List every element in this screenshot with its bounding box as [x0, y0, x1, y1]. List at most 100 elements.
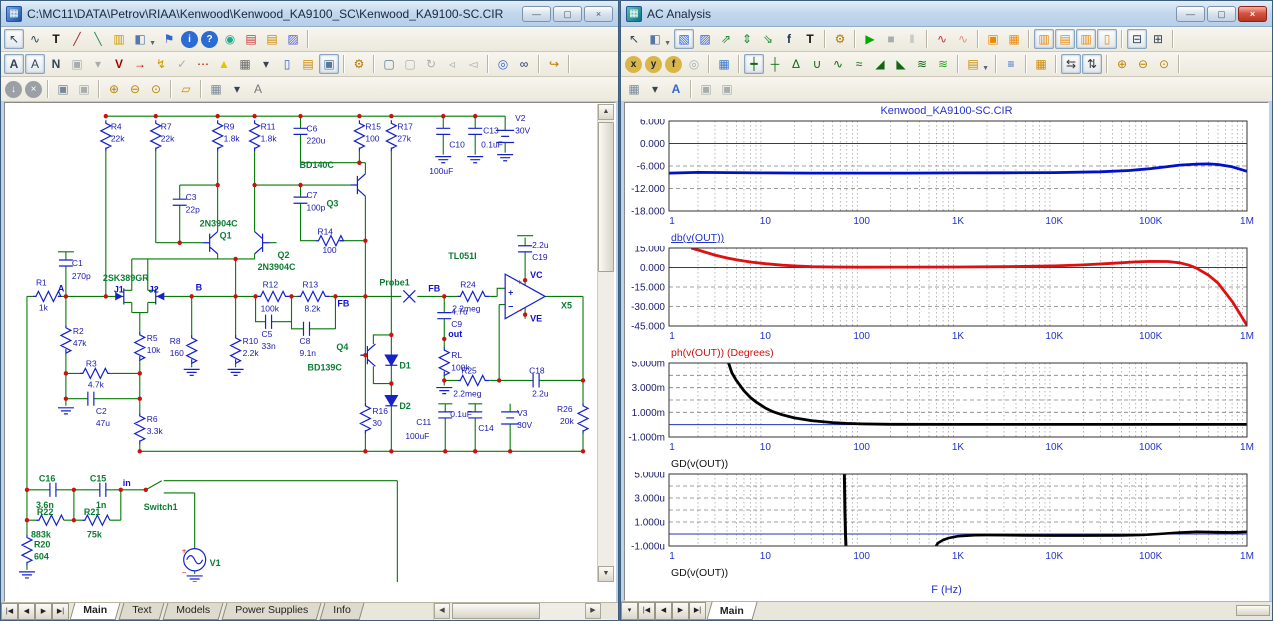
minimize-button[interactable]: —	[1176, 6, 1205, 22]
page-nav-button[interactable]: ▶	[672, 602, 689, 620]
clipboard-icon[interactable]: ▤▼	[963, 54, 983, 74]
pan-mode[interactable]: ▨	[695, 29, 715, 49]
wire-mode[interactable]: ∿	[25, 29, 45, 49]
tile-windows-icon[interactable]: ▦	[624, 79, 644, 99]
cursor-envelope-icon[interactable]: ≈	[849, 54, 869, 74]
dropdown-icon[interactable]: ▼	[149, 35, 156, 53]
token-icon[interactable]: ▦	[1004, 29, 1024, 49]
cursor-lr-icon[interactable]: ⇆	[1061, 54, 1081, 74]
chart-plot-1[interactable]: 6.0000.000-6.000-12.000-18.0001101001K10…	[625, 119, 1265, 227]
stop-button[interactable]: ■	[881, 29, 901, 49]
waveform-expression-label[interactable]: GD(v(OUT))	[671, 567, 1268, 581]
select-mode[interactable]: ↖	[624, 29, 644, 49]
flag-mode[interactable]: ⚑	[159, 29, 179, 49]
sheet-tab-models[interactable]: Models	[163, 603, 224, 620]
text-mode[interactable]: T	[46, 29, 66, 49]
waveform-expression-label[interactable]: db(v(OUT))	[671, 232, 1268, 246]
family-curves2-icon[interactable]: ≋	[933, 54, 953, 74]
mirror-horizontal-icon[interactable]: ◅	[463, 54, 483, 74]
page-nav-button[interactable]: ▶|	[689, 602, 706, 620]
fx-mode[interactable]: f	[779, 29, 799, 49]
resize-thumb[interactable]	[1236, 605, 1270, 616]
navigate-down-icon[interactable]: ↓	[5, 81, 22, 98]
slope-down-icon[interactable]: ◣	[891, 54, 911, 74]
tile-dropdown[interactable]: ▾	[645, 79, 665, 99]
schematic-vscrollbar[interactable]: ▲ ▼	[597, 104, 614, 582]
vertical-grid2-icon[interactable]: ▤	[1055, 29, 1075, 49]
vscroll-thumb[interactable]	[598, 122, 614, 272]
slope-up-icon[interactable]: ◢	[870, 54, 890, 74]
chart-plot-2[interactable]: 15.0000.000-15.000-30.000-45.0001101001K…	[625, 246, 1265, 342]
page-nav-button[interactable]: ▶|	[52, 603, 69, 620]
lens-icon[interactable]: ◎	[684, 54, 704, 74]
ac-plot-icon[interactable]: ∿	[953, 29, 973, 49]
copy-picture-icon[interactable]: ▣	[67, 54, 87, 74]
tile-dropdown[interactable]: ▾	[227, 79, 247, 99]
vertical-grid1-icon[interactable]: ▥	[1034, 29, 1054, 49]
new-page-icon[interactable]: ▯	[277, 54, 297, 74]
crosshair-icon[interactable]: ⊞	[1148, 29, 1168, 49]
data-points-icon[interactable]: ▣	[983, 29, 1003, 49]
zoom-select-mode[interactable]: ▧	[674, 29, 694, 49]
zoom-out-icon[interactable]: ⊖	[1133, 54, 1153, 74]
link-mode[interactable]: ◉	[220, 29, 240, 49]
cursor-valley-icon[interactable]: ┼	[765, 54, 785, 74]
dropdown-icon[interactable]: ▼	[664, 35, 671, 53]
properties-icon[interactable]: ⚙	[349, 54, 369, 74]
scroll-down-icon[interactable]: ▼	[598, 566, 614, 582]
vertical-grid3-icon[interactable]: ▥	[1076, 29, 1096, 49]
waveform-expression-label[interactable]: GD(v(OUT))	[671, 458, 1268, 472]
scroll-right-icon[interactable]: ▶	[585, 603, 601, 619]
help-mode[interactable]: ?	[201, 31, 218, 48]
find-component-icon[interactable]: ◎	[493, 54, 513, 74]
analysis-titlebar[interactable]: ▦ AC Analysis —▢×	[621, 1, 1272, 27]
cursor-peak-icon[interactable]: ┿	[744, 54, 764, 74]
page-nav-button[interactable]: ◀	[18, 603, 35, 620]
fx-axis-icon[interactable]: f	[665, 56, 682, 73]
scale-y-mode[interactable]: ⇕	[737, 29, 757, 49]
select-mode[interactable]: ↖	[4, 29, 24, 49]
tab-main[interactable]: Main	[706, 602, 757, 620]
close-button[interactable]: ×	[584, 6, 613, 22]
cursor-low-icon[interactable]: ∪	[807, 54, 827, 74]
show-node-numbers[interactable]: N	[46, 54, 66, 74]
zoom-out-icon[interactable]: ⊖	[125, 79, 145, 99]
check-model-icon[interactable]: ▤	[241, 29, 261, 49]
properties-icon[interactable]: ⚙	[830, 29, 850, 49]
waveform-expression-label[interactable]: ph(v(OUT)) (Degrees)	[671, 347, 1268, 361]
schematic-titlebar[interactable]: ▦ C:\MC11\DATA\Petrov\RIAA\Kenwood\Kenwo…	[1, 1, 618, 27]
font-icon[interactable]: A	[248, 79, 268, 99]
show-conditions[interactable]: ✓	[172, 54, 192, 74]
grid-toggle[interactable]: ▦	[235, 54, 255, 74]
sheet-tab-power-supplies[interactable]: Power Supplies	[222, 603, 322, 620]
show-currents[interactable]: →	[130, 54, 150, 74]
cursor-inflection-icon[interactable]: ∿	[828, 54, 848, 74]
send-to-back-icon[interactable]: ▣	[74, 79, 94, 99]
hscroll-thumb[interactable]	[452, 603, 540, 619]
chart-plot-4[interactable]: 5.000u3.000u1.000u-1.000u1101001K10K100K…	[625, 472, 1265, 562]
zoom-100-icon[interactable]: ⊙	[146, 79, 166, 99]
x-axis-icon[interactable]: x	[625, 56, 642, 73]
numeric-output-icon[interactable]: ▦	[1031, 54, 1051, 74]
scroll-left-icon[interactable]: ◀	[434, 603, 450, 619]
copy-dropdown[interactable]: ▾	[88, 54, 108, 74]
pause-button[interactable]: ‖	[902, 29, 922, 49]
zoom-in-icon[interactable]: ⊕	[104, 79, 124, 99]
point-tag-mode[interactable]: ⇘	[758, 29, 778, 49]
close-button[interactable]: ×	[1238, 6, 1267, 22]
dropdown-icon[interactable]: ▼	[982, 60, 989, 78]
plot-setup-icon[interactable]: ▦	[714, 54, 734, 74]
vertical-grid4-icon[interactable]: ▯	[1097, 29, 1117, 49]
font-icon[interactable]: A	[666, 79, 686, 99]
transient-plot-icon[interactable]: ∿	[932, 29, 952, 49]
close-circle-icon[interactable]: ×	[25, 81, 42, 98]
page-nav-button[interactable]: |◀	[638, 602, 655, 620]
zoom-in-icon[interactable]: ⊕	[1112, 54, 1132, 74]
find-icon[interactable]: ∞	[514, 54, 534, 74]
chart-plot-3[interactable]: 5.000m3.000m1.000m-1.000m1101001K10K100K…	[625, 361, 1265, 453]
page-info-icon[interactable]: ▤	[298, 54, 318, 74]
scale-x-mode[interactable]: ⇗	[716, 29, 736, 49]
cursor-high-icon[interactable]: Δ	[786, 54, 806, 74]
maximize-button[interactable]: ▢	[553, 6, 582, 22]
page-nav-button[interactable]: |◀	[1, 603, 18, 620]
